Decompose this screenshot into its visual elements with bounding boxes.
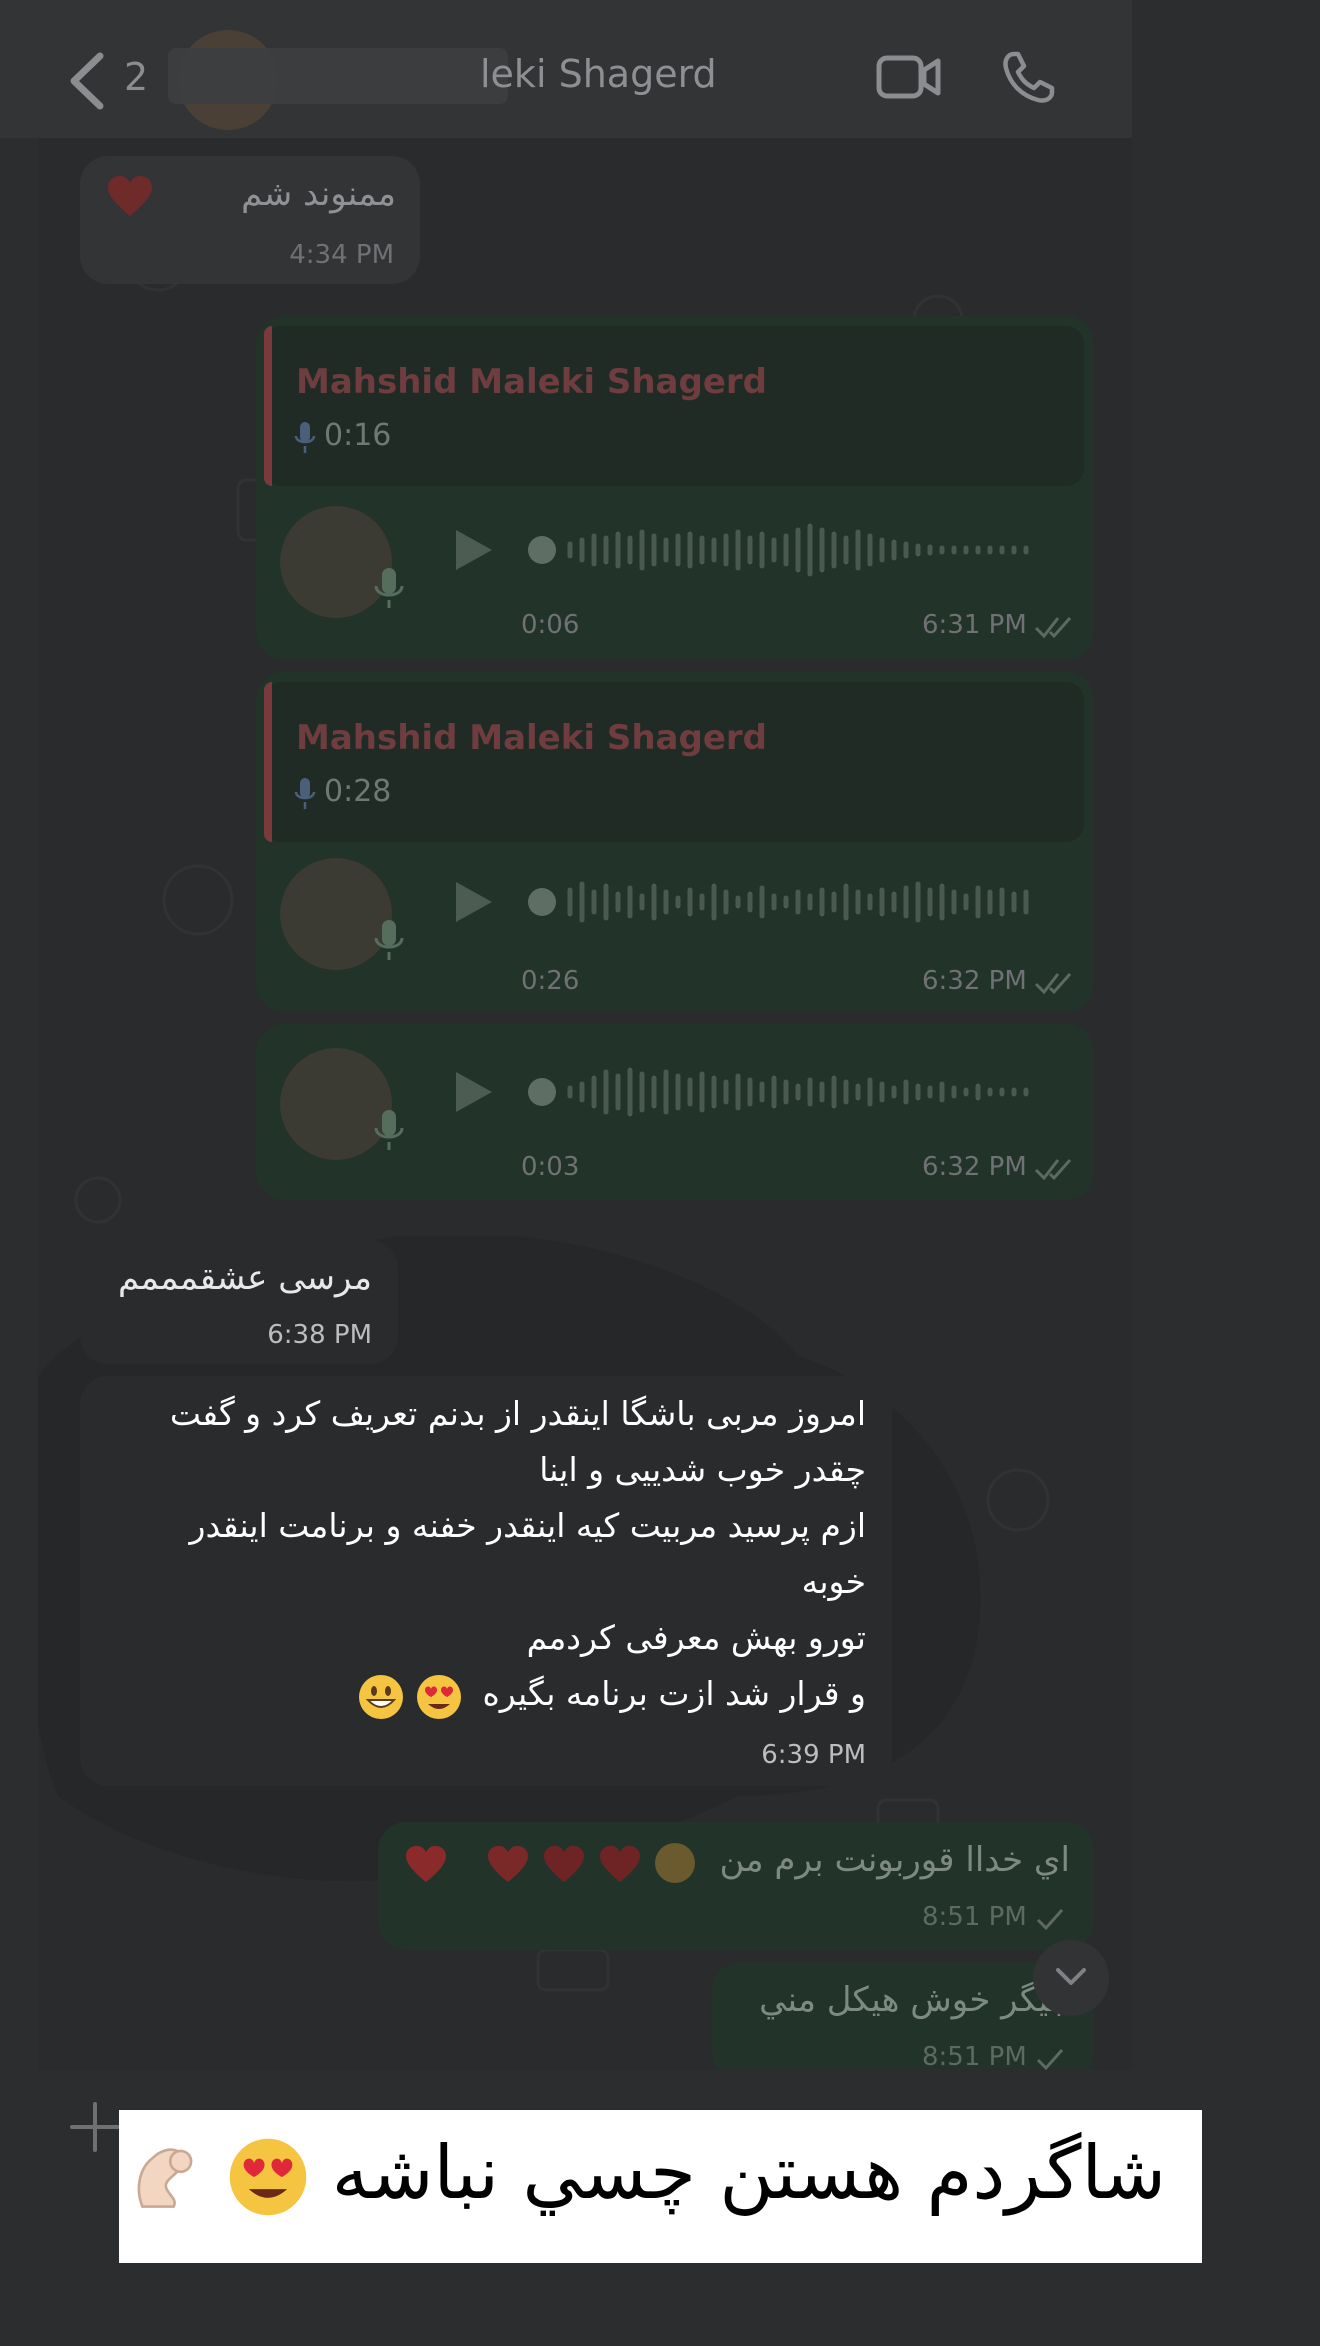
double-check-icon bbox=[1034, 1159, 1072, 1181]
message-time: 8:51 PM bbox=[922, 1902, 1027, 1932]
message-line: امروز مربی باشگا اینقدر از بدنم تعریف کر… bbox=[169, 1394, 866, 1433]
voice-waveform[interactable] bbox=[526, 1062, 1056, 1122]
double-check-icon bbox=[1034, 617, 1072, 639]
reply-preview[interactable]: Mahshid Maleki Shagerd 0:16 bbox=[264, 326, 1084, 486]
pleading-face-emoji-icon bbox=[655, 1843, 695, 1883]
heart-emoji-icon bbox=[600, 1845, 640, 1883]
microphone-icon bbox=[374, 568, 404, 608]
reply-sender: Mahshid Maleki Shagerd bbox=[296, 718, 767, 758]
name-redaction bbox=[168, 48, 508, 104]
grinning-emoji-icon bbox=[359, 1675, 403, 1719]
voice-duration: 0:26 bbox=[521, 966, 580, 996]
message-incoming[interactable]: ممنوند شم 4:34 PM bbox=[80, 156, 420, 284]
plus-icon[interactable] bbox=[68, 2100, 122, 2154]
message-text: جیگر خوش هیکل مني bbox=[759, 1980, 1070, 2020]
message-text: مرسی عشقمممم bbox=[117, 1258, 372, 1298]
reply-bar bbox=[264, 326, 272, 486]
heart-eyes-emoji-icon bbox=[229, 2139, 307, 2216]
heart-emoji-icon bbox=[406, 1845, 446, 1883]
message-line: تورو بهش معرفی کردمم bbox=[526, 1618, 866, 1657]
microphone-icon bbox=[294, 778, 316, 809]
caption-text: شاگردم هستن چسي نباشه bbox=[125, 2130, 1166, 2217]
message-text: اي خداا قوربونت برم من bbox=[719, 1840, 1070, 1880]
contact-name[interactable]: leki Shagerd bbox=[480, 52, 717, 96]
video-camera-icon[interactable] bbox=[876, 52, 942, 102]
chevron-down-icon bbox=[1056, 1968, 1086, 1985]
message-incoming[interactable]: مرسی عشقمممم 6:38 PM bbox=[80, 1240, 398, 1364]
phone-icon[interactable] bbox=[1000, 50, 1056, 106]
unread-count[interactable]: 2 bbox=[124, 55, 148, 99]
message-time: 6:32 PM bbox=[922, 966, 1027, 996]
message-time: 8:51 PM bbox=[922, 2042, 1027, 2072]
caption-box: شاگردم هستن چسي نباشه bbox=[119, 2110, 1202, 2263]
reply-sender: Mahshid Maleki Shagerd bbox=[296, 362, 767, 402]
heart-emoji-icon bbox=[108, 176, 152, 216]
voice-waveform[interactable] bbox=[526, 872, 1056, 932]
heart-emoji-icon bbox=[544, 1845, 584, 1883]
voice-message[interactable]: 0:03 6:32 PM bbox=[256, 1024, 1094, 1200]
reply-duration: 0:28 bbox=[324, 774, 392, 809]
pinching-hand-emoji-icon bbox=[137, 2148, 193, 2209]
emoji-row bbox=[404, 1842, 695, 1886]
message-line: و قرار شد ازت برنامه بگیره bbox=[482, 1674, 866, 1713]
message-time: 6:32 PM bbox=[922, 1152, 1027, 1182]
voice-message[interactable]: Mahshid Maleki Shagerd 0:28 0:26 6:32 PM bbox=[256, 672, 1094, 1012]
reply-preview[interactable]: Mahshid Maleki Shagerd 0:28 bbox=[264, 682, 1084, 842]
heart-eyes-emoji-icon bbox=[417, 1675, 461, 1719]
voice-message[interactable]: Mahshid Maleki Shagerd 0:16 0:06 6:31 PM bbox=[256, 316, 1094, 660]
single-check-icon bbox=[1036, 2049, 1064, 2071]
voice-duration: 0:06 bbox=[521, 610, 580, 640]
message-incoming[interactable]: امروز مربی باشگا اینقدر از بدنم تعریف کر… bbox=[80, 1376, 892, 1786]
play-icon[interactable] bbox=[452, 880, 494, 924]
microphone-icon bbox=[374, 1110, 404, 1150]
message-line: چقدر خوب شدییی و اینا bbox=[539, 1450, 866, 1489]
caption-label: شاگردم هستن چسي نباشه bbox=[331, 2130, 1166, 2216]
chat-header: 2 leki Shagerd bbox=[0, 0, 1132, 138]
single-check-icon bbox=[1036, 1909, 1064, 1931]
reply-duration: 0:16 bbox=[324, 418, 392, 453]
microphone-icon bbox=[374, 920, 404, 960]
message-time: 6:31 PM bbox=[922, 610, 1027, 640]
microphone-icon bbox=[294, 422, 316, 453]
reply-bar bbox=[264, 682, 272, 842]
voice-waveform[interactable] bbox=[526, 520, 1056, 580]
message-line: خوبه bbox=[801, 1562, 866, 1601]
message-time: 4:34 PM bbox=[289, 240, 394, 270]
scroll-to-bottom-button[interactable] bbox=[1033, 1940, 1109, 2016]
chevron-left-icon[interactable] bbox=[60, 48, 120, 114]
play-icon[interactable] bbox=[452, 528, 494, 572]
message-text: ممنوند شم bbox=[241, 174, 396, 214]
double-check-icon bbox=[1034, 973, 1072, 995]
message-outgoing[interactable]: اي خداا قوربونت برم من 8:51 PM bbox=[378, 1822, 1094, 1950]
message-time: 6:38 PM bbox=[267, 1320, 372, 1350]
heart-emoji-icon bbox=[488, 1845, 528, 1883]
voice-duration: 0:03 bbox=[521, 1152, 580, 1182]
message-line: ازم پرسید مربیت کیه اینقدر خفنه و برنامت… bbox=[189, 1506, 866, 1545]
play-icon[interactable] bbox=[452, 1070, 494, 1114]
message-time: 6:39 PM bbox=[761, 1740, 866, 1770]
